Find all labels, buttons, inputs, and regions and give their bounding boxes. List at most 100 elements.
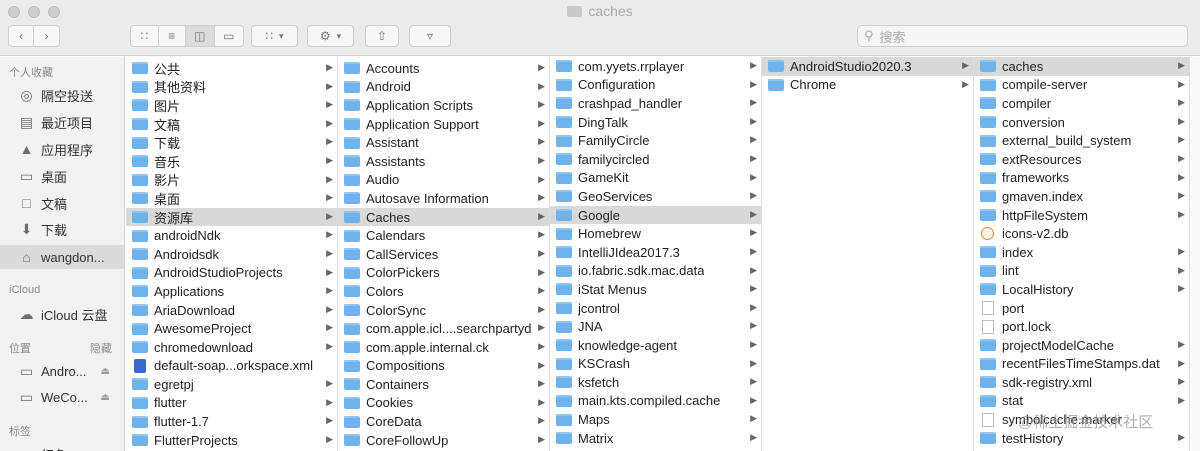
file-row[interactable]: CallServices ▶	[338, 245, 549, 264]
file-row[interactable]: recentFilesTimeStamps.dat ▶	[974, 355, 1189, 374]
file-row[interactable]: extResources ▶	[974, 150, 1189, 169]
file-row[interactable]: port	[974, 299, 1189, 318]
file-row[interactable]: Application Scripts ▶	[338, 96, 549, 115]
file-row[interactable]: ColorPickers ▶	[338, 264, 549, 283]
sidebar-item-applications[interactable]: ▲ 应用程序	[0, 137, 124, 161]
back-button[interactable]: ‹	[9, 26, 35, 46]
file-row[interactable]: 桌面 ▶	[126, 189, 337, 208]
file-row[interactable]: Assistants ▶	[338, 152, 549, 171]
file-row[interactable]: Cookies ▶	[338, 394, 549, 413]
gallery-view-button[interactable]: ▭	[215, 26, 243, 46]
file-row[interactable]: 文稿 ▶	[126, 115, 337, 134]
eject-icon[interactable]: ⏏	[101, 366, 110, 377]
sidebar-item-airdrop[interactable]: ◎ 隔空投送	[0, 83, 124, 107]
sidebar-item-home[interactable]: ⌂ wangdon...	[0, 245, 124, 269]
file-row[interactable]: main.kts.compiled.cache ▶	[550, 392, 761, 411]
eject-icon[interactable]: ⏏	[101, 392, 110, 403]
file-row[interactable]: Androidsdk ▶	[126, 245, 337, 264]
file-row[interactable]: 影片 ▶	[126, 171, 337, 190]
sidebar-item-tag-red[interactable]: ● 红色	[0, 442, 124, 451]
sidebar-item-disk-weco[interactable]: ▭ WeCo... ⏏	[0, 385, 124, 409]
file-row[interactable]: GeoServices ▶	[550, 187, 761, 206]
file-row[interactable]: Containers ▶	[338, 375, 549, 394]
file-row[interactable]: flutter-1.7 ▶	[126, 412, 337, 431]
file-row[interactable]: icons-v2.db	[974, 224, 1189, 243]
sidebar-locations-hide[interactable]: 隐藏	[90, 340, 112, 356]
sidebar-item-icloud-drive[interactable]: ☁ iCloud 云盘	[0, 302, 124, 326]
file-row[interactable]: Caches ▶	[338, 207, 549, 227]
file-row[interactable]: Applications ▶	[126, 282, 337, 301]
file-row[interactable]: crashpad_handler ▶	[550, 94, 761, 113]
file-row[interactable]: egretpj ▶	[126, 375, 337, 394]
file-row[interactable]: 其他资料 ▶	[126, 78, 337, 97]
file-row[interactable]: GameKit ▶	[550, 169, 761, 188]
file-row[interactable]: compile-server ▶	[974, 76, 1189, 95]
file-row[interactable]: Chrome ▶	[762, 76, 973, 95]
file-row[interactable]: LocalHistory ▶	[974, 280, 1189, 299]
file-row[interactable]: FamilyCircle ▶	[550, 131, 761, 150]
file-row[interactable]: CoreData ▶	[338, 412, 549, 431]
list-view-button[interactable]: ≡	[159, 26, 187, 46]
icon-view-button[interactable]: ∷	[131, 26, 159, 46]
file-row[interactable]: ksfetch ▶	[550, 373, 761, 392]
file-row[interactable]: Application Support ▶	[338, 115, 549, 134]
file-row[interactable]: Matrix ▶	[550, 429, 761, 448]
file-row[interactable]: familycircled ▶	[550, 150, 761, 169]
file-row[interactable]: conversion ▶	[974, 113, 1189, 132]
file-row[interactable]: 下载 ▶	[126, 133, 337, 152]
file-row[interactable]: caches ▶	[974, 57, 1189, 76]
file-row[interactable]: projectModelCache ▶	[974, 336, 1189, 355]
search-field[interactable]: ⚲ 搜索	[857, 25, 1188, 47]
share-button[interactable]: ⇧	[365, 25, 399, 47]
file-row[interactable]: androidNdk ▶	[126, 226, 337, 245]
file-row[interactable]: AndroidStudio2020.3 ▶	[762, 57, 973, 76]
file-row[interactable]: 图片 ▶	[126, 96, 337, 115]
file-row[interactable]: frameworks ▶	[974, 169, 1189, 188]
file-row[interactable]: Maps ▶	[550, 410, 761, 429]
file-row[interactable]: ColorSync ▶	[338, 301, 549, 320]
file-row[interactable]: AndroidStudioProjects ▶	[126, 264, 337, 283]
sidebar-item-disk-android[interactable]: ▭ Andro... ⏏	[0, 359, 124, 383]
file-row[interactable]: FlutterProjects ▶	[126, 431, 337, 450]
file-row[interactable]: AwesomeProject ▶	[126, 319, 337, 338]
file-row[interactable]: jcontrol ▶	[550, 299, 761, 318]
file-row[interactable]: compiler ▶	[974, 94, 1189, 113]
file-row[interactable]: 音乐 ▶	[126, 152, 337, 171]
file-row[interactable]: index ▶	[974, 243, 1189, 262]
file-row[interactable]: DingTalk ▶	[550, 113, 761, 132]
file-row[interactable]: IntelliJIdea2017.3 ▶	[550, 243, 761, 262]
file-row[interactable]: Configuration ▶	[550, 76, 761, 95]
file-row[interactable]: Google ▶	[550, 205, 761, 225]
sidebar-item-recents[interactable]: ▤ 最近项目	[0, 110, 124, 134]
file-row[interactable]: external_build_system ▶	[974, 131, 1189, 150]
file-row[interactable]: CoreFollowUp ▶	[338, 431, 549, 450]
file-row[interactable]: JNA ▶	[550, 317, 761, 336]
file-row[interactable]: default-soap...orkspace.xml	[126, 357, 337, 376]
file-row[interactable]: com.apple.internal.ck ▶	[338, 338, 549, 357]
file-row[interactable]: knowledge-agent ▶	[550, 336, 761, 355]
file-row[interactable]: com.yyets.rrplayer ▶	[550, 57, 761, 76]
file-row[interactable]: KSCrash ▶	[550, 355, 761, 374]
file-row[interactable]: Assistant ▶	[338, 133, 549, 152]
file-row[interactable]: iStat Menus ▶	[550, 280, 761, 299]
file-row[interactable]: gmaven.index ▶	[974, 187, 1189, 206]
file-row[interactable]: sdk-registry.xml ▶	[974, 373, 1189, 392]
file-row[interactable]: lint ▶	[974, 262, 1189, 281]
file-row[interactable]: 资源库 ▶	[126, 207, 337, 227]
sidebar-item-desktop[interactable]: ▭ 桌面	[0, 164, 124, 188]
file-row[interactable]: Colors ▶	[338, 282, 549, 301]
column-view-button[interactable]: ◫	[186, 26, 215, 46]
file-row[interactable]: com.apple.icl....searchpartyd ▶	[338, 319, 549, 338]
file-row[interactable]: Compositions ▶	[338, 357, 549, 376]
tags-button[interactable]: ▿	[409, 25, 451, 47]
sidebar-item-documents[interactable]: □ 文稿	[0, 191, 124, 215]
file-row[interactable]: port.lock	[974, 317, 1189, 336]
forward-button[interactable]: ›	[34, 26, 59, 46]
file-row[interactable]: Homebrew ▶	[550, 224, 761, 243]
file-row[interactable]: Accounts ▶	[338, 59, 549, 78]
file-row[interactable]: chromedownload ▶	[126, 338, 337, 357]
file-row[interactable]: Android ▶	[338, 78, 549, 97]
file-row[interactable]: stat ▶	[974, 392, 1189, 411]
file-row[interactable]: AriaDownload ▶	[126, 301, 337, 320]
group-by-button[interactable]: ∷ ▾	[251, 25, 298, 47]
